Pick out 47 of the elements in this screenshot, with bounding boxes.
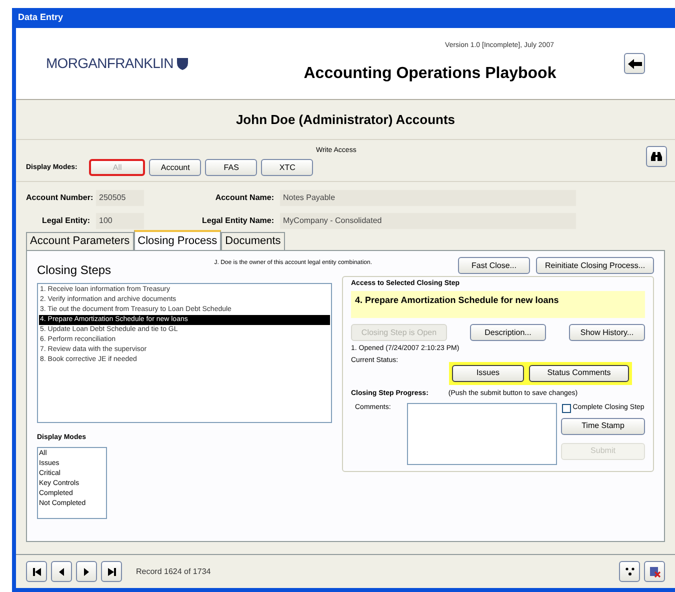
field-label: Account Number:: [26, 192, 94, 204]
previous-icon: [59, 568, 64, 576]
complete-checkbox[interactable]: [562, 404, 571, 413]
next-icon: [84, 568, 89, 576]
field-label: Legal Entity Name:: [200, 214, 275, 226]
step-title-banner: 4. Prepare Amortization Schedule for new loans: [351, 290, 645, 318]
window-title: Data Entry: [18, 11, 64, 24]
tab[interactable]: Account Parameters: [26, 232, 134, 250]
display-mode-button[interactable]: Account: [149, 159, 202, 176]
comments-field[interactable]: [407, 403, 557, 465]
field-value: Notes Payable: [280, 190, 576, 206]
first-record-button[interactable]: [26, 561, 47, 582]
tab[interactable]: Closing Process: [134, 230, 222, 250]
dots-icon: [624, 567, 634, 576]
step-button[interactable]: Show History...: [569, 324, 645, 341]
last-icon: [108, 568, 116, 576]
app-title: Accounting Operations Playbook: [304, 64, 556, 84]
find-button[interactable]: [646, 146, 667, 167]
process-button[interactable]: Fast Close...: [458, 257, 530, 274]
company-logo: MORGANFRANKLIN: [46, 54, 174, 73]
field-label: Legal Entity:: [40, 214, 91, 226]
field-label: Account Name:: [214, 192, 275, 204]
status-button[interactable]: Issues: [452, 364, 524, 382]
display-mode-button[interactable]: XTC: [261, 159, 314, 176]
first-icon: [32, 568, 40, 576]
filter-button[interactable]: [619, 561, 640, 582]
user-heading: John Doe (Administrator) Accounts: [236, 110, 456, 129]
field-value: MyCompany - Consolidated: [280, 212, 576, 228]
binoculars-icon: [651, 152, 662, 161]
previous-record-button[interactable]: [51, 561, 72, 582]
field-value: 100: [96, 212, 144, 228]
tab[interactable]: Documents: [221, 232, 285, 250]
back-button[interactable]: [624, 53, 645, 74]
process-button[interactable]: Reinitiate Closing Process...: [536, 257, 654, 274]
back-arrow-icon: [628, 58, 642, 68]
time-stamp-button[interactable]: Time Stamp: [561, 418, 645, 434]
last-record-button[interactable]: [101, 561, 122, 582]
delete-record-icon: [648, 566, 660, 578]
field-value: 250505: [96, 190, 144, 206]
status-button[interactable]: Status Comments: [529, 364, 629, 382]
next-record-button[interactable]: [76, 561, 97, 582]
step-button[interactable]: Description...: [470, 324, 546, 341]
delete-record-button[interactable]: [644, 561, 665, 582]
record-counter: Record 1624 of 1734: [136, 566, 211, 578]
display-mode-button[interactable]: FAS: [205, 159, 258, 176]
closing-steps-heading: Closing Steps: [37, 262, 112, 279]
shield-icon: [177, 58, 188, 70]
